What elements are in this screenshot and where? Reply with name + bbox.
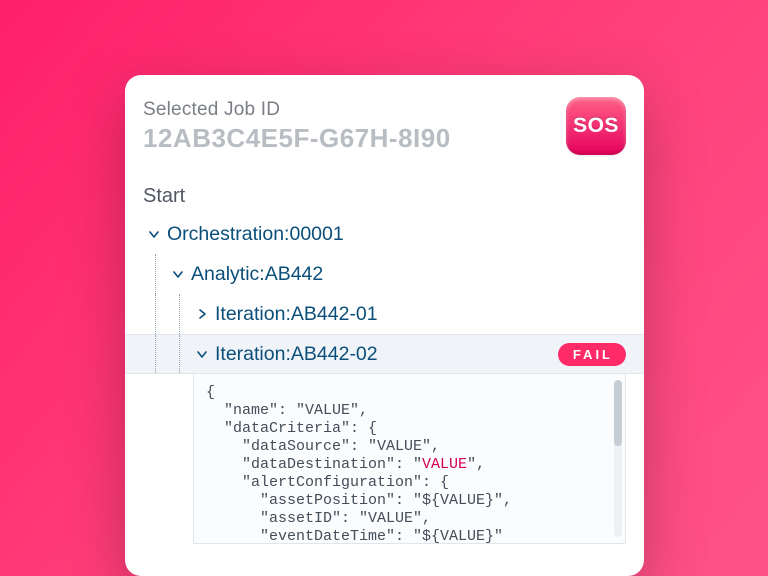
tree-indent-line xyxy=(155,294,156,334)
node-id: AB442-01 xyxy=(291,303,378,326)
tree-node-iteration-1[interactable]: Iteration: AB442-01 xyxy=(143,294,626,334)
card-header: Selected Job ID 12AB3C4E5F-G67H-8I90 SOS xyxy=(143,97,626,155)
chevron-right-icon xyxy=(195,307,209,321)
tree-node-orchestration[interactable]: Orchestration: 00001 xyxy=(143,214,626,254)
background: Selected Job ID 12AB3C4E5F-G67H-8I90 SOS… xyxy=(0,0,768,576)
job-id-label: Selected Job ID xyxy=(143,99,566,121)
tree-indent-line xyxy=(179,335,180,373)
payload-json: { "name": "VALUE", "dataCriteria": { "da… xyxy=(194,374,625,544)
scrollbar-thumb[interactable] xyxy=(614,380,622,446)
workflow-tree: Orchestration: 00001 Analytic: AB442 xyxy=(143,214,626,544)
tree-indent-line xyxy=(179,294,180,334)
node-id: 00001 xyxy=(289,223,343,246)
node-label: Orchestration: xyxy=(167,223,289,246)
chevron-down-icon xyxy=(171,267,185,281)
start-label: Start xyxy=(143,185,626,208)
sos-icon-label: SOS xyxy=(573,114,619,138)
sos-icon[interactable]: SOS xyxy=(566,97,626,155)
node-label: Iteration: xyxy=(215,303,291,326)
node-id: AB442 xyxy=(265,263,324,286)
node-label: Analytic: xyxy=(191,263,265,286)
payload-highlight-value: VALUE xyxy=(422,456,467,473)
job-id-value: 12AB3C4E5F-G67H-8I90 xyxy=(143,123,566,154)
node-label: Iteration: xyxy=(215,343,291,366)
chevron-down-icon xyxy=(147,227,161,241)
tree-node-analytic[interactable]: Analytic: AB442 xyxy=(143,254,626,294)
tree-indent-line xyxy=(155,254,156,294)
chevron-down-icon xyxy=(195,347,209,361)
node-id: AB442-02 xyxy=(291,343,378,366)
job-detail-card: Selected Job ID 12AB3C4E5F-G67H-8I90 SOS… xyxy=(125,75,644,576)
inspector-payload-panel: { "name": "VALUE", "dataCriteria": { "da… xyxy=(193,374,626,544)
tree-node-iteration-2[interactable]: Iteration: AB442-02 FAIL xyxy=(125,334,644,374)
tree-indent-line xyxy=(155,335,156,373)
status-badge-fail: FAIL xyxy=(558,343,626,366)
